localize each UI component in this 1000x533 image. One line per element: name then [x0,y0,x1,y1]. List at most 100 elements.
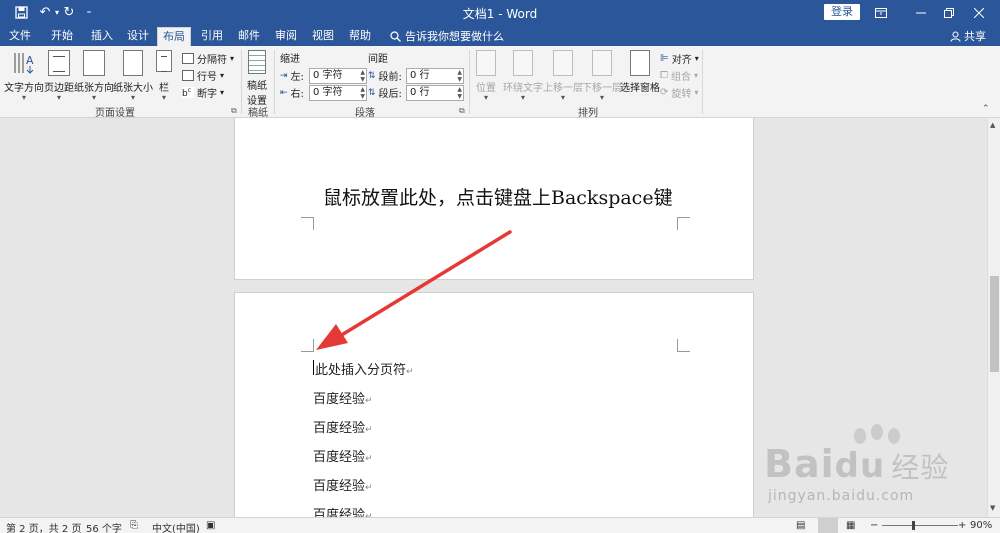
chevron-down-icon: ▾ [56,93,61,102]
spinner-arrows-icon[interactable]: ▲ ▼ [457,86,462,100]
close-icon[interactable] [964,0,994,25]
status-language[interactable]: 中文(中国) [152,520,200,533]
size-button[interactable]: 纸张大小 ▾ [113,50,153,102]
scrollbar-thumb[interactable] [990,276,999,372]
tell-me-search[interactable]: 告诉我你想要做什么 [390,27,504,46]
indent-right-input[interactable]: 0 字符 ▲ ▼ [309,85,367,101]
scroll-down-icon[interactable]: ▼ [990,504,995,512]
wrap-text-icon [513,50,533,76]
scroll-up-icon[interactable]: ▲ [990,121,995,129]
ribbon-tabs: 文件 开始 插入 设计 布局 引用 邮件 审阅 视图 帮助 告诉我你想要做什么 … [0,25,1000,46]
tab-review[interactable]: 审阅 [268,27,304,46]
wrap-text-button[interactable]: 环绕文字 ▾ [503,50,543,102]
indent-right-label: ⇤ 右: [280,85,304,101]
tab-design[interactable]: 设计 [120,27,156,46]
person-icon [950,31,961,42]
share-button[interactable]: 共享 [950,27,986,46]
bring-forward-button[interactable]: 上移一层 ▾ [543,50,583,102]
rotate-icon: ⟳ [660,87,669,98]
login-button[interactable]: 登录 [824,4,860,20]
tab-help[interactable]: 帮助 [342,27,378,46]
rotate-label: 旋转 [671,89,692,100]
tab-insert[interactable]: 插入 [84,27,120,46]
tab-file[interactable]: 文件 [4,27,36,46]
group-paragraph-label: 段落 [355,108,375,119]
columns-button[interactable]: 栏 ▾ [156,50,172,102]
web-layout-icon[interactable]: ▦ [846,520,855,531]
status-zoom-level[interactable]: 90% [970,520,992,531]
margins-icon [48,50,70,76]
group-page-setup-label: 页面设置 [95,108,135,119]
status-page-info[interactable]: 第 2 页，共 2 页 [6,520,81,533]
spacing-before-text: 段前: [378,72,402,83]
breaks-icon [182,53,194,64]
indent-left-input[interactable]: 0 字符 ▲ ▼ [309,68,367,84]
send-backward-label: 下移一层 [582,83,622,94]
position-icon [476,50,496,76]
send-backward-button[interactable]: 下移一层 ▾ [582,50,622,102]
margins-button[interactable]: 页边距 ▾ [44,50,74,102]
chevron-down-icon: ▾ [520,93,525,102]
breaks-button[interactable]: 分隔符 ▾ [182,51,234,66]
zoom-slider-thumb[interactable] [912,521,915,530]
selection-pane-icon [630,50,650,76]
bring-forward-label: 上移一层 [543,83,583,94]
columns-label: 栏 [159,83,169,94]
baidu-jingyan-watermark: Baidu 经验 jingyan.baidu.com [762,424,982,514]
selection-pane-button[interactable]: 选择窗格 [620,50,660,94]
tab-mailings[interactable]: 邮件 [231,27,267,46]
tab-home[interactable]: 开始 [44,27,80,46]
selection-pane-label: 选择窗格 [620,83,660,94]
group-button[interactable]: ⧠ 组合 ▾ [660,68,698,83]
orientation-button[interactable]: 纸张方向 ▾ [74,50,114,102]
chevron-down-icon: ▾ [599,93,604,102]
ribbon-display-options-icon[interactable] [866,0,896,25]
print-layout-icon[interactable] [818,518,838,533]
vertical-scrollbar[interactable]: ▲ ▼ [987,118,1000,517]
zoom-out-icon[interactable]: − [870,520,878,531]
draft-setup-button[interactable]: 稿纸 设置 [247,50,267,107]
tab-view[interactable]: 视图 [305,27,341,46]
draft-paper-icon [248,50,266,74]
watermark-url: jingyan.baidu.com [768,488,915,504]
restore-icon[interactable] [934,0,964,25]
proofing-icon[interactable]: ⎘ [130,520,138,531]
macro-record-icon[interactable]: ▣ [206,520,215,531]
spacing-after-input[interactable]: 0 行 ▲ ▼ [406,85,464,101]
chevron-down-icon: ▾ [694,54,699,63]
spacing-after-label: ⇅ 段后: [368,85,402,101]
align-button[interactable]: ⊫ 对齐 ▾ [660,51,699,66]
spinner-arrows-icon[interactable]: ▲ ▼ [360,86,365,100]
chevron-down-icon: ▾ [161,93,166,102]
line-numbers-button[interactable]: 行号 ▾ [182,68,224,83]
zoom-slider[interactable] [882,525,958,526]
spinner-arrows-icon[interactable]: ▲ ▼ [457,69,462,83]
orientation-label: 纸张方向 [74,83,114,94]
align-icon: ⊫ [660,53,669,64]
status-word-count[interactable]: 56 个字 [86,520,122,533]
spacing-title: 间距 [368,54,388,65]
divider [702,50,703,114]
paragraph-launcher-icon[interactable]: ⧉ [459,106,465,116]
zoom-in-icon[interactable]: + [958,520,966,531]
paper-size-icon [123,50,143,76]
hyphenation-button[interactable]: bc 断字 ▾ [182,85,224,100]
position-label: 位置 [476,83,496,94]
status-bar: 第 2 页，共 2 页 56 个字 ⎘ 中文(中国) ▣ ▤ ▦ − + 90% [0,517,1000,533]
page-setup-launcher-icon[interactable]: ⧉ [231,106,237,116]
divider [241,50,242,114]
position-button[interactable]: 位置 ▾ [476,50,496,102]
spinner-arrows-icon[interactable]: ▲ ▼ [360,69,365,83]
spacing-before-input[interactable]: 0 行 ▲ ▼ [406,68,464,84]
tab-layout[interactable]: 布局 [157,27,191,46]
collapse-ribbon-icon[interactable]: ⌃ [982,104,990,114]
spacing-after-icon: ⇅ [368,87,376,98]
chevron-down-icon: ▾ [220,88,225,97]
tab-references[interactable]: 引用 [194,27,230,46]
rotate-button[interactable]: ⟳ 旋转 ▾ [660,85,698,100]
chevron-down-icon: ▾ [21,93,26,102]
minimize-icon[interactable] [906,0,936,25]
draft-setup-label-1: 稿纸 [247,81,267,92]
read-mode-icon[interactable]: ▤ [796,520,805,531]
text-direction-button[interactable]: A 文字方向 ▾ [4,50,44,102]
